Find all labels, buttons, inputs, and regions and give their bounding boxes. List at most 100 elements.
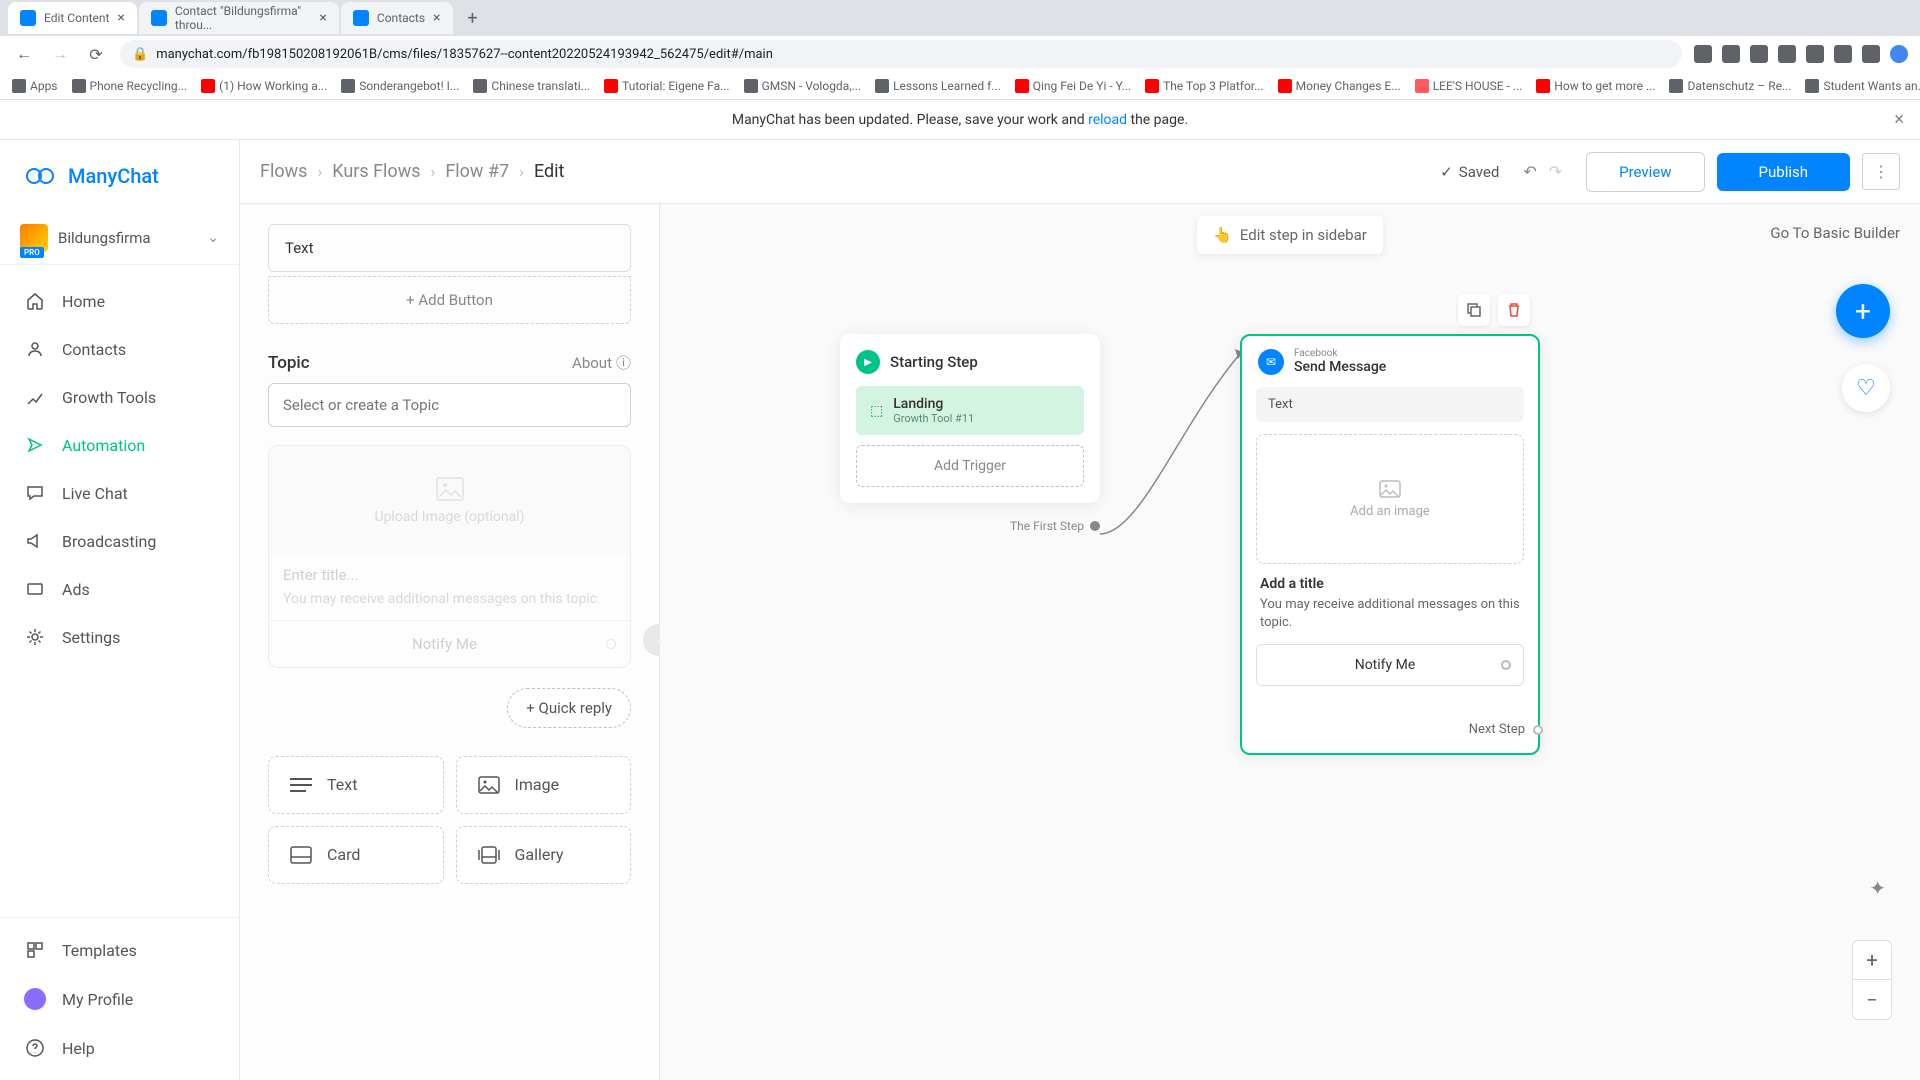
connector-handle[interactable] — [606, 639, 616, 649]
add-image-area[interactable]: Add an image — [1256, 434, 1524, 564]
block-option-image[interactable]: Image — [456, 756, 632, 814]
publish-button[interactable]: Publish — [1717, 153, 1850, 191]
flow-canvas[interactable]: 👆 Edit step in sidebar Go To Basic Build… — [660, 204, 1920, 1080]
tidy-up-button[interactable]: ✦ — [1869, 876, 1886, 900]
bookmark-item[interactable]: Money Changes E... — [1278, 79, 1401, 93]
undo-button[interactable]: ↶ — [1523, 162, 1536, 181]
connector-handle[interactable] — [1501, 660, 1511, 670]
zoom-out-button[interactable]: − — [1852, 980, 1892, 1020]
page-header: Flows › Kurs Flows › Flow #7 › Edit ✓ Sa… — [240, 140, 1920, 204]
message-text-block[interactable]: Text — [1256, 387, 1524, 422]
bookmark-item[interactable]: Student Wants an... — [1805, 79, 1920, 93]
goto-basic-builder-link[interactable]: Go To Basic Builder — [1770, 216, 1900, 250]
starting-step-node[interactable]: ▶ Starting Step ⬚ Landing Growth Tool #1… — [840, 334, 1100, 503]
add-step-fab[interactable]: + — [1836, 284, 1890, 338]
block-option-text[interactable]: Text — [268, 756, 444, 814]
breadcrumb-item[interactable]: Kurs Flows — [332, 161, 420, 182]
notify-me-button[interactable]: Notify Me — [1256, 644, 1524, 686]
sidebar-item-live-chat[interactable]: Live Chat — [0, 469, 239, 517]
title-input[interactable]: Enter title... — [283, 566, 616, 584]
connector-handle[interactable] — [1090, 521, 1100, 531]
extension-icon[interactable] — [1862, 45, 1880, 63]
workspace-selector[interactable]: PRO Bildungsfirma ⌄ — [0, 212, 239, 265]
extension-icon[interactable] — [1750, 45, 1768, 63]
delete-button[interactable] — [1498, 294, 1530, 326]
add-trigger-button[interactable]: Add Trigger — [856, 445, 1084, 487]
sidebar-item-growth-tools[interactable]: Growth Tools — [0, 373, 239, 421]
browser-tab[interactable]: Contact "Bildungsfirma" throu... × — [139, 2, 339, 34]
block-option-card[interactable]: Card — [268, 826, 444, 884]
favorite-fab[interactable]: ♡ — [1842, 364, 1890, 412]
sidebar-item-settings[interactable]: Settings — [0, 613, 239, 661]
add-quick-reply-button[interactable]: + Quick reply — [507, 688, 631, 728]
new-tab-button[interactable]: + — [459, 4, 487, 32]
topic-input[interactable] — [268, 383, 631, 427]
browser-tab[interactable]: Contacts × — [341, 2, 453, 34]
extension-icon[interactable] — [1834, 45, 1852, 63]
extension-icon[interactable] — [1694, 45, 1712, 63]
nav-label: Contacts — [62, 340, 126, 359]
forward-button[interactable]: → — [48, 42, 72, 66]
tab-title: Contacts — [377, 11, 425, 25]
close-icon[interactable]: × — [117, 10, 124, 26]
sidebar-item-home[interactable]: Home — [0, 277, 239, 325]
more-button[interactable]: ⋮ — [1862, 153, 1900, 190]
card-preview[interactable]: Upload Image (optional) Enter title... Y… — [268, 445, 631, 668]
chevron-right-icon: › — [317, 162, 322, 181]
extension-icon[interactable] — [1890, 45, 1908, 63]
bookmark-item[interactable]: Chinese translati... — [473, 79, 590, 93]
duplicate-button[interactable] — [1458, 294, 1490, 326]
close-icon[interactable]: × — [319, 10, 326, 26]
image-icon — [1379, 480, 1401, 498]
breadcrumb-item[interactable]: Flows — [260, 161, 307, 182]
breadcrumb-item[interactable]: Flow #7 — [445, 161, 509, 182]
bookmark-item[interactable]: Phone Recycling... — [72, 79, 188, 93]
extension-icon[interactable] — [1778, 45, 1796, 63]
sidebar-item-templates[interactable]: Templates — [0, 926, 239, 974]
sidebar-item-automation[interactable]: Automation — [0, 421, 239, 469]
bookmark-item[interactable]: How to get more ... — [1536, 79, 1655, 93]
banner-reload-link[interactable]: reload — [1088, 112, 1127, 128]
bookmark-item[interactable]: Qing Fei De Yi - Y... — [1015, 79, 1131, 93]
text-block[interactable]: Text — [268, 224, 631, 272]
bookmark-item[interactable]: (1) How Working a... — [201, 79, 327, 93]
sidebar-item-help[interactable]: Help — [0, 1024, 239, 1072]
reload-button[interactable]: ⟳ — [84, 42, 108, 66]
connector-handle[interactable] — [1533, 725, 1543, 735]
extension-icon[interactable] — [1806, 45, 1824, 63]
bookmark-item[interactable]: Apps — [12, 79, 58, 93]
sidebar-item-profile[interactable]: My Profile — [0, 974, 239, 1024]
bookmark-item[interactable]: The Top 3 Platfor... — [1145, 79, 1264, 93]
zoom-controls: + − — [1852, 940, 1892, 1020]
browser-tab[interactable]: Edit Content × — [8, 2, 137, 34]
add-button-row[interactable]: + Add Button — [268, 276, 631, 324]
preview-button[interactable]: Preview — [1586, 152, 1704, 192]
bookmark-item[interactable]: Tutorial: Eigene Fa... — [604, 79, 729, 93]
edit-step-chip[interactable]: 👆 Edit step in sidebar — [1197, 216, 1383, 254]
send-message-node[interactable]: ✉ Facebook Send Message Text Add an imag… — [1240, 334, 1540, 755]
url-bar[interactable]: 🔒 manychat.com/fb198150208192061B/cms/fi… — [120, 40, 1682, 68]
bookmarks-bar: Apps Phone Recycling... (1) How Working … — [0, 72, 1920, 100]
image-icon — [436, 477, 464, 501]
collapse-panel-button[interactable]: ‹ — [643, 624, 660, 656]
upload-image-area[interactable]: Upload Image (optional) — [269, 446, 630, 556]
bookmark-item[interactable]: GMSN - Vologda,... — [744, 79, 861, 93]
bookmark-item[interactable]: LEE'S HOUSE - ... — [1415, 79, 1523, 93]
sidebar-item-contacts[interactable]: Contacts — [0, 325, 239, 373]
logo[interactable]: ManyChat — [0, 140, 239, 212]
back-button[interactable]: ← — [12, 42, 36, 66]
landing-trigger[interactable]: ⬚ Landing Growth Tool #11 — [856, 386, 1084, 435]
message-title[interactable]: Add a title — [1242, 576, 1538, 596]
zoom-in-button[interactable]: + — [1852, 940, 1892, 980]
block-option-gallery[interactable]: Gallery — [456, 826, 632, 884]
extension-icon[interactable] — [1722, 45, 1740, 63]
notify-me-button[interactable]: Notify Me — [269, 620, 630, 667]
close-icon[interactable]: × — [433, 10, 440, 26]
bookmark-item[interactable]: Lessons Learned f... — [875, 79, 1001, 93]
bookmark-item[interactable]: Datenschutz – Re... — [1669, 79, 1791, 93]
bookmark-item[interactable]: Sonderangebot! I... — [341, 79, 459, 93]
sidebar-item-broadcasting[interactable]: Broadcasting — [0, 517, 239, 565]
close-icon[interactable]: × — [1894, 109, 1904, 130]
about-link[interactable]: About ⓘ — [572, 352, 631, 373]
sidebar-item-ads[interactable]: Ads — [0, 565, 239, 613]
